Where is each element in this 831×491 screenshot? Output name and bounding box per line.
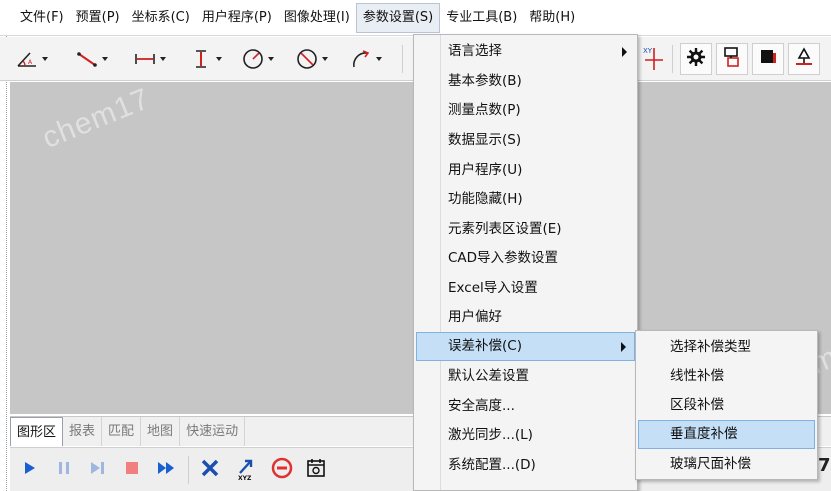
submenu-item-segment[interactable]: 区段补偿 xyxy=(638,391,815,420)
menu-item-label: 语言选择 xyxy=(448,43,502,59)
menu-item-user-program[interactable]: 用户程序(U) xyxy=(416,156,635,185)
menu-professional-tools[interactable]: 专业工具(B) xyxy=(440,3,523,33)
calendar-button[interactable] xyxy=(300,454,332,486)
arc-tool[interactable] xyxy=(348,43,384,75)
menu-item-data-display[interactable]: 数据显示(S) xyxy=(416,126,635,155)
watermark: chem17 xyxy=(37,82,155,155)
submenu-item-linear[interactable]: 线性补偿 xyxy=(638,362,815,391)
menu-parameter-settings[interactable]: 参数设置(S) xyxy=(355,2,441,33)
toolbar-separator-2 xyxy=(672,45,673,73)
menu-file[interactable]: 文件(F) xyxy=(14,3,70,33)
tools-icon xyxy=(199,457,221,483)
no-entry-button[interactable] xyxy=(266,454,298,486)
submenu-arrow-icon xyxy=(621,342,626,352)
play-icon xyxy=(22,460,38,480)
menu-image-processing[interactable]: 图像处理(I) xyxy=(278,3,356,33)
fast-forward-button[interactable] xyxy=(150,454,182,486)
circle-icon xyxy=(240,46,266,72)
diameter-icon xyxy=(294,46,320,72)
side-glyph: 7 xyxy=(818,455,831,476)
menu-bar: 文件(F) 预置(P) 坐标系(C) 用户程序(P) 图像处理(I) 参数设置(… xyxy=(0,0,831,36)
distance-tool[interactable] xyxy=(132,43,168,75)
menu-item-function-hide[interactable]: 功能隐藏(H) xyxy=(416,185,635,214)
color-square-icon xyxy=(758,47,778,71)
svg-text:A: A xyxy=(28,59,33,66)
layers-button[interactable] xyxy=(716,43,748,75)
stop-button[interactable] xyxy=(116,454,148,486)
menu-help[interactable]: 帮助(H) xyxy=(523,3,581,33)
gear-icon xyxy=(686,47,706,71)
menu-user-program[interactable]: 用户程序(P) xyxy=(196,3,278,33)
diameter-tool[interactable] xyxy=(294,43,330,75)
menu-item-excel-import[interactable]: Excel导入设置 xyxy=(416,274,635,303)
tab-quick-move[interactable]: 快速运动 xyxy=(180,417,246,446)
tab-report[interactable]: 报表 xyxy=(63,417,103,446)
probe-icon xyxy=(793,46,815,72)
line-icon xyxy=(74,46,100,72)
settings-button[interactable] xyxy=(680,43,712,75)
submenu-arrow-icon xyxy=(622,47,627,57)
toolbar-separator xyxy=(402,45,403,73)
submenu-item-perpendicularity[interactable]: 垂直度补偿 xyxy=(638,420,815,449)
step-icon xyxy=(89,460,107,480)
fast-forward-icon xyxy=(156,460,176,480)
layers-icon xyxy=(722,46,742,72)
controls-separator xyxy=(188,456,189,484)
menu-coordinate[interactable]: 坐标系(C) xyxy=(126,3,196,33)
height-tool[interactable] xyxy=(188,43,224,75)
height-icon xyxy=(188,46,214,72)
menu-item-default-tolerance[interactable]: 默认公差设置 xyxy=(416,362,635,391)
arc-dropdown[interactable] xyxy=(374,46,384,72)
tools-button[interactable] xyxy=(194,454,226,486)
angle-dropdown[interactable] xyxy=(40,46,50,72)
menu-item-user-preference[interactable]: 用户偏好 xyxy=(416,303,635,332)
parameter-settings-menu: 语言选择 基本参数(B) 测量点数(P) 数据显示(S) 用户程序(U) 功能隐… xyxy=(413,34,638,491)
distance-dropdown[interactable] xyxy=(158,46,168,72)
menu-item-measure-points[interactable]: 测量点数(P) xyxy=(416,96,635,125)
submenu-item-select-type[interactable]: 选择补偿类型 xyxy=(638,333,815,362)
menu-item-label: 误差补偿(C) xyxy=(448,338,522,354)
line-dropdown[interactable] xyxy=(100,46,110,72)
submenu-item-glass-scale[interactable]: 玻璃尺面补偿 xyxy=(638,450,815,479)
xyz-move-button[interactable]: XYZ xyxy=(230,454,262,486)
calendar-icon xyxy=(305,457,327,483)
pause-button[interactable] xyxy=(48,454,80,486)
menu-preset[interactable]: 预置(P) xyxy=(70,3,126,33)
color-button[interactable] xyxy=(752,43,784,75)
xyz-label: XYZ xyxy=(238,475,252,482)
menu-item-basic-params[interactable]: 基本参数(B) xyxy=(416,67,635,96)
xyz-move-icon: XYZ xyxy=(234,457,258,483)
menu-item-safe-height[interactable]: 安全高度... xyxy=(416,392,635,421)
diameter-dropdown[interactable] xyxy=(320,46,330,72)
no-entry-icon xyxy=(271,457,293,483)
line-tool[interactable] xyxy=(74,43,110,75)
pause-icon xyxy=(56,460,72,480)
arc-icon xyxy=(348,46,374,72)
play-button[interactable] xyxy=(14,454,46,486)
menu-item-error-compensation[interactable]: 误差补偿(C) xyxy=(416,332,635,361)
angle-icon: A xyxy=(14,46,40,72)
stop-icon xyxy=(124,460,140,480)
crosshair-xy-icon: XY xyxy=(641,46,667,72)
distance-icon xyxy=(132,46,158,72)
menu-item-cad-import[interactable]: CAD导入参数设置 xyxy=(416,244,635,273)
crosshair-xy-button[interactable]: XY xyxy=(638,43,670,75)
menu-item-system-config[interactable]: 系统配置...(D) xyxy=(416,451,635,480)
probe-button[interactable] xyxy=(788,43,820,75)
menu-item-language[interactable]: 语言选择 xyxy=(416,37,635,66)
height-dropdown[interactable] xyxy=(214,46,224,72)
circle-tool[interactable] xyxy=(240,43,276,75)
crosshair-xy-label: XY xyxy=(643,47,653,55)
step-button[interactable] xyxy=(82,454,114,486)
tab-map[interactable]: 地图 xyxy=(141,417,181,446)
tab-graphics[interactable]: 图形区 xyxy=(10,417,64,446)
tab-match[interactable]: 匹配 xyxy=(102,417,142,446)
angle-tool[interactable]: A xyxy=(14,43,50,75)
menu-item-element-list[interactable]: 元素列表区设置(E) xyxy=(416,215,635,244)
menu-item-laser-sync[interactable]: 激光同步...(L) xyxy=(416,421,635,450)
error-compensation-submenu: 选择补偿类型 线性补偿 区段补偿 垂直度补偿 玻璃尺面补偿 xyxy=(635,330,818,480)
circle-dropdown[interactable] xyxy=(266,46,276,72)
